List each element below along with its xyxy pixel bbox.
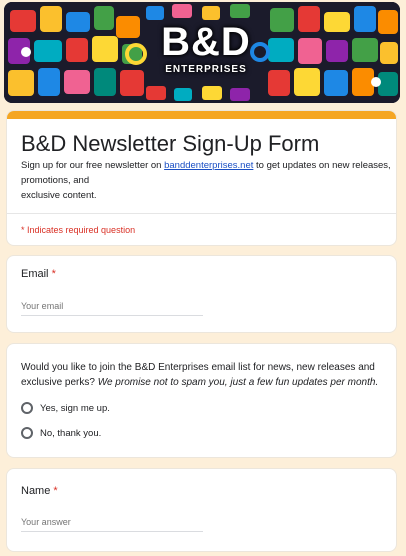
email-question-title: Email * (21, 268, 56, 280)
email-label: Email (21, 268, 49, 280)
radio-circle-icon[interactable] (21, 427, 33, 439)
accent-bar (7, 111, 396, 119)
header-banner-image: B&D ENTERPRISES (4, 2, 400, 103)
name-question-card: Name * (6, 468, 397, 552)
name-label: Name (21, 485, 51, 497)
radio-circle-icon[interactable] (21, 402, 33, 414)
description-text: Sign up for our free newsletter on (21, 160, 165, 171)
divider (7, 213, 396, 214)
name-question-title: Name * (21, 485, 58, 497)
option-yes[interactable]: Yes, sign me up. (21, 402, 110, 414)
option-yes-label: Yes, sign me up. (40, 402, 110, 414)
description-text-line2: exclusive content. (21, 190, 97, 201)
form-title: B&D Newsletter Sign-Up Form (21, 131, 320, 156)
form-description: Sign up for our free newsletter on bandd… (21, 158, 391, 203)
required-asterisk: * (51, 268, 56, 280)
name-input[interactable] (21, 517, 203, 532)
optin-question-card: Would you like to join the B&D Enterpris… (6, 343, 397, 458)
required-asterisk: * (53, 485, 58, 497)
optin-question-italic: We promise not to spam you, just a few f… (97, 377, 379, 388)
brand-logo-sub: ENTERPRISES (165, 64, 247, 75)
email-input[interactable] (21, 301, 203, 316)
required-note: * Indicates required question (21, 225, 136, 235)
form-header-card: B&D Newsletter Sign-Up Form Sign up for … (6, 110, 397, 246)
option-no-label: No, thank you. (40, 427, 102, 439)
option-no[interactable]: No, thank you. (21, 427, 101, 439)
website-link[interactable]: banddenterprises.net (164, 160, 253, 171)
brand-logo: B&D ENTERPRISES (147, 22, 265, 80)
brand-logo-main: B&D (161, 20, 251, 64)
email-question-card: Email * (6, 255, 397, 333)
optin-question-text: Would you like to join the B&D Enterpris… (21, 360, 391, 390)
